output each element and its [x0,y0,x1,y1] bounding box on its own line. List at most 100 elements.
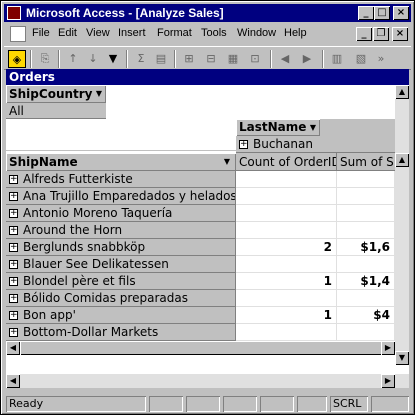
move-left-icon[interactable]: ◀ [276,50,294,68]
sum-cell[interactable] [337,171,395,188]
expand-icon[interactable]: + [9,260,18,269]
scroll-down-icon[interactable]: ▼ [395,351,409,365]
vertical-scrollbar[interactable]: ▲ ▼ [395,153,409,365]
expand-icon[interactable]: + [9,175,18,184]
row-label[interactable]: + Berglunds snabbköp [6,239,236,256]
sum-cell[interactable]: $4 [337,307,395,324]
dropdown-arrow-icon[interactable]: ▼ [96,85,102,103]
doc-restore-button[interactable]: ❐ [373,27,389,41]
field-list-icon[interactable]: ▤ [152,50,170,68]
count-cell[interactable] [236,188,337,205]
row-label[interactable]: + Antonio Moreno Taquería [6,205,236,222]
count-cell[interactable] [236,324,337,341]
column-field-button[interactable]: LastName ▼ [236,119,320,136]
calculated-fields-icon[interactable]: ⊟ [202,50,220,68]
filter-value[interactable]: All [6,103,106,119]
row-label[interactable]: + Blauer See Delikatessen [6,256,236,273]
count-cell[interactable]: 2 [236,239,337,256]
count-cell[interactable] [236,222,337,239]
sum-cell[interactable]: $1,6 [337,239,395,256]
filter-field-button[interactable]: ShipCountry ▼ [6,85,106,103]
access-key-icon[interactable] [7,6,21,20]
expand-icon[interactable]: + [9,192,18,201]
doc-close-button[interactable]: × [392,27,408,41]
row-label[interactable]: + Around the Horn [6,222,236,239]
scroll-up-icon[interactable]: ▲ [395,153,409,167]
pivot-title: Orders [6,69,409,85]
row-field-button[interactable]: ShipName ▼ [6,153,236,171]
view-icon[interactable]: ◈ [8,50,26,68]
menu-help[interactable]: Help [284,27,307,39]
count-cell[interactable]: 1 [236,307,337,324]
row-label[interactable]: + Ana Trujillo Emparedados y helados [6,188,236,205]
maximize-button[interactable]: □ [374,6,390,20]
row-label[interactable]: + Alfreds Futterkiste [6,171,236,188]
collapse-icon[interactable]: ⊡ [246,50,264,68]
close-button[interactable]: × [393,6,409,20]
column-item-buchanan[interactable]: + Buchanan [236,136,395,153]
filter-field-label: ShipCountry [9,87,93,101]
count-cell[interactable] [236,290,337,307]
menu-insert[interactable]: Insert [118,27,146,39]
autofilter-icon[interactable]: ▼ [104,50,122,68]
form-scroll-left-icon[interactable]: ◀ [6,374,20,388]
dropdown-arrow-icon[interactable]: ▼ [310,119,316,136]
sort-ascending-icon[interactable]: ↑ [64,50,82,68]
properties-icon[interactable]: ▧ [352,50,370,68]
sum-cell[interactable] [337,222,395,239]
row-label[interactable]: + Bólido Comidas preparadas [6,290,236,307]
expand-icon[interactable]: + [9,243,18,252]
expand-icon[interactable]: + [9,277,18,286]
status-panel [186,396,220,412]
expand-icon[interactable]: + [239,140,248,149]
row-label[interactable]: + Blondel père et fils [6,273,236,290]
title-bar[interactable]: Microsoft Access - [Analyze Sales] _ □ × [4,4,411,22]
expand-icon[interactable]: + [9,294,18,303]
sum-cell[interactable] [337,205,395,222]
expand-icon[interactable]: + [9,226,18,235]
expand-icon[interactable]: + [9,209,18,218]
data-header-sum[interactable]: Sum of S [337,153,395,171]
scroll-right-icon[interactable]: ▶ [381,341,395,355]
menu-window[interactable]: Window [237,27,276,39]
subtotal-icon[interactable]: ⊞ [180,50,198,68]
drop-zones-icon[interactable]: ▥ [328,50,346,68]
menu-format[interactable]: Format [157,27,192,39]
sum-cell[interactable] [337,188,395,205]
horizontal-scroll-thumb[interactable] [20,341,395,355]
dropdown-arrow-icon[interactable]: ▼ [224,153,230,171]
row-label[interactable]: + Bon app' [6,307,236,324]
menu-tools[interactable]: Tools [201,27,227,39]
copy-icon[interactable]: ⎘ [36,50,54,68]
count-cell[interactable] [236,205,337,222]
count-cell[interactable] [236,256,337,273]
form-scroll-right-icon[interactable]: ▶ [381,374,395,388]
form-scroll-up-icon[interactable]: ▲ [395,85,409,99]
minimize-button[interactable]: _ [358,6,374,20]
sum-cell[interactable]: $1,4 [337,273,395,290]
doc-minimize-button[interactable]: _ [356,27,372,41]
menu-view[interactable]: View [86,27,110,39]
sort-descending-icon[interactable]: ↓ [84,50,102,68]
count-cell[interactable] [236,171,337,188]
move-right-icon[interactable]: ▶ [298,50,316,68]
horizontal-scrollbar[interactable]: ◀ ▶ [6,341,395,355]
sum-cell[interactable] [337,256,395,273]
menu-file[interactable]: File [32,27,50,39]
sum-cell[interactable] [337,324,395,341]
sum-cell[interactable] [337,290,395,307]
scroll-left-icon[interactable]: ◀ [6,341,20,355]
expand-icon[interactable]: + [9,328,18,337]
form-horizontal-scrollbar[interactable]: ◀ ▶ [6,374,409,388]
autocalc-icon[interactable]: Σ [132,50,150,68]
data-header-count[interactable]: Count of OrderID [236,153,337,171]
menu-edit[interactable]: Edit [58,27,77,39]
document-system-icon[interactable] [10,26,26,42]
toolbar-more-icon[interactable]: » [372,50,390,68]
row-label[interactable]: + Bottom-Dollar Markets [6,324,236,341]
expand-icon[interactable]: + [9,311,18,320]
count-cell[interactable]: 1 [236,273,337,290]
form-vertical-scrollbar[interactable]: ▲ [395,85,409,153]
show-as-icon[interactable]: ▦ [224,50,242,68]
status-text: Ready [6,396,146,412]
